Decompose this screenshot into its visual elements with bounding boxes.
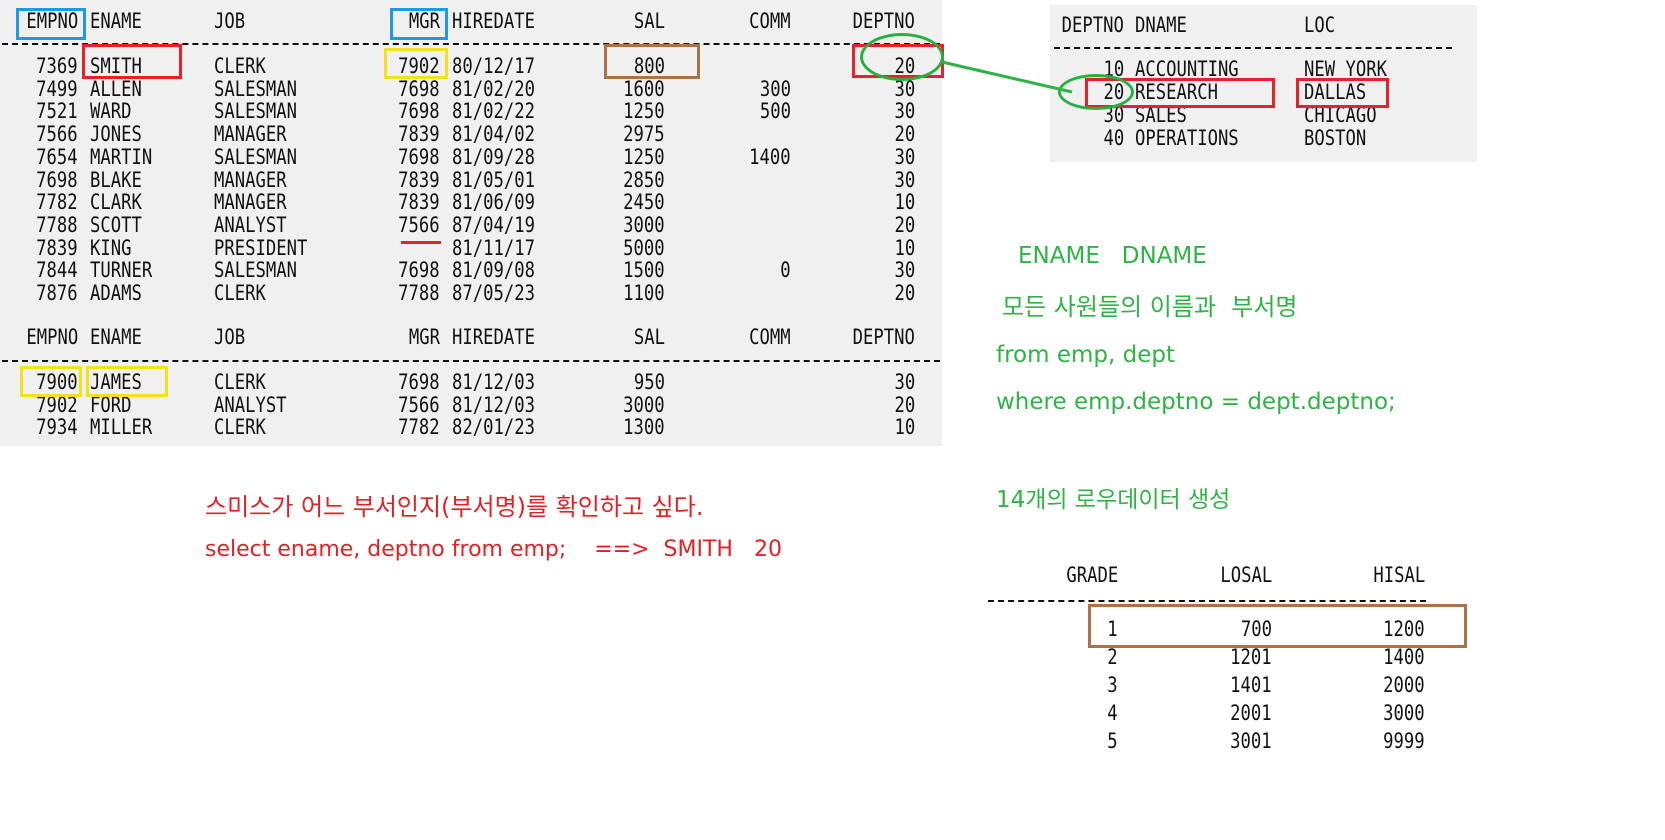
join-connector-line: [941, 60, 1073, 94]
from-clause-note: from emp, dept: [996, 342, 1175, 368]
query-note: select ename, deptno from emp; ==> SMITH…: [205, 537, 782, 562]
where-clause-note: where emp.deptno = dept.deptno;: [996, 389, 1396, 415]
columns-note: ENAME DNAME: [1018, 243, 1207, 269]
question-note: 스미스가 어느 부서인지(부서명)를 확인하고 싶다.: [205, 493, 704, 521]
result-note: 14개의 로우데이터 생성: [996, 487, 1231, 513]
description-note: 모든 사원들의 이름과 부서명: [1002, 293, 1298, 321]
